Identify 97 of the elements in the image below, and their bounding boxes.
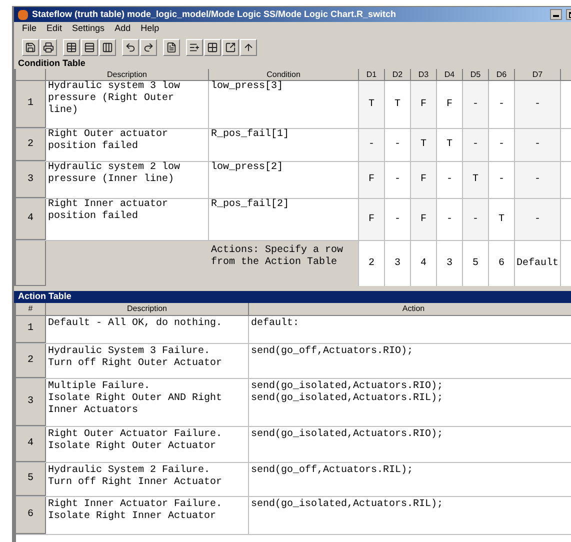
- row-number[interactable]: 3: [16, 162, 46, 198]
- rows-icon: [84, 42, 95, 52]
- grid-icon: [207, 42, 218, 52]
- row-number[interactable]: 1: [16, 316, 46, 343]
- columns-icon: [102, 42, 113, 52]
- table-cell: 6: [489, 241, 515, 286]
- printer-icon: [43, 42, 54, 52]
- table-cell: F: [359, 162, 385, 198]
- menu-item[interactable]: Add: [114, 22, 131, 36]
- column-header[interactable]: D2: [385, 69, 411, 80]
- action-code: send(go_isolated,Actuators.RIL);: [251, 499, 444, 511]
- table-icon: [66, 42, 77, 52]
- toolbar-button[interactable]: [40, 38, 57, 56]
- table-cell: Hydraulic System 3 Failure. Turn off Right Outer Actuator: [46, 344, 249, 378]
- save-icon: [25, 42, 36, 52]
- table-cell: F: [359, 199, 385, 240]
- table-cell: F: [411, 81, 437, 128]
- row-number[interactable]: 6: [16, 497, 46, 534]
- toolbar-button[interactable]: [81, 38, 98, 56]
- table-cell: Right Outer Actuator Failure. Isolate Right Outer Actuator: [46, 427, 249, 462]
- toolbar-button[interactable]: [204, 38, 221, 56]
- app-icon: [18, 10, 28, 20]
- row-number[interactable]: 2: [16, 129, 46, 161]
- column-header[interactable]: #: [16, 303, 46, 315]
- action-code: send(go_isolated,Actuators.RIO);: [251, 429, 444, 441]
- table-cell: 2: [359, 241, 385, 286]
- toolbar-button[interactable]: [163, 38, 180, 56]
- toolbar-button[interactable]: [222, 38, 239, 56]
- row-number[interactable]: 4: [16, 427, 46, 462]
- table-cell: Hydraulic system 3 low pressure (Right Outer line): [46, 81, 209, 128]
- column-header[interactable]: D4: [437, 69, 463, 80]
- toolbar-button[interactable]: [63, 38, 80, 56]
- table-cell: -: [515, 129, 561, 161]
- menu-item[interactable]: File: [22, 22, 37, 36]
- action-code: send(go_isolated,Actuators.RIL);: [251, 393, 444, 405]
- toolbar-button[interactable]: [22, 38, 39, 56]
- toolbar-button[interactable]: [186, 38, 203, 56]
- table-cell: -: [463, 199, 489, 240]
- window-title: Stateflow (truth table) mode_logic_model/Mode Logic SS/Mode Logic Chart.R_switch: [32, 8, 396, 21]
- table-cell: F: [411, 162, 437, 198]
- table-cell: -: [515, 199, 561, 240]
- row-number[interactable]: 4: [16, 199, 46, 240]
- table-cell: Multiple Failure. Isolate Right Outer AND Right Inner Actuators: [46, 379, 249, 426]
- list-add-icon: [189, 42, 200, 52]
- table-cell: 5: [463, 241, 489, 286]
- table-cell: T: [411, 129, 437, 161]
- table-cell: Default - All OK, do nothing.: [46, 316, 249, 343]
- table-cell: Hydraulic system 2 low pressure (Inner line): [46, 162, 209, 198]
- column-header[interactable]: Description: [46, 69, 209, 80]
- section-title: Condition Table: [18, 56, 86, 70]
- row-number[interactable]: 1: [16, 81, 46, 128]
- table-cell: 3: [385, 241, 411, 286]
- table-cell: Right Outer actuator position failed: [46, 129, 209, 161]
- table-cell: Hydraulic System 2 Failure. Turn off Right Inner Actuator: [46, 463, 249, 496]
- action-code: send(go_off,Actuators.RIO);: [251, 346, 414, 358]
- column-header[interactable]: D5: [463, 69, 489, 80]
- table-cell: 4: [411, 241, 437, 286]
- toolbar-button[interactable]: [240, 38, 257, 56]
- action-code: default:: [251, 318, 300, 330]
- menu-item[interactable]: Edit: [46, 22, 62, 36]
- action-code: send(go_isolated,Actuators.RIO);: [251, 381, 444, 392]
- document-icon: [166, 42, 177, 52]
- table-cell: -: [359, 129, 385, 161]
- table-cell: F: [411, 199, 437, 240]
- row-number[interactable]: 5: [16, 463, 46, 496]
- table-cell: -: [515, 81, 561, 128]
- section-title: Action Table: [18, 290, 72, 304]
- table-cell: Right Inner actuator position failed: [46, 199, 209, 240]
- toolbar-button[interactable]: [140, 38, 157, 56]
- column-header[interactable]: D1: [359, 69, 385, 80]
- table-cell: T: [359, 81, 385, 128]
- menu-item[interactable]: Settings: [72, 22, 105, 36]
- table-cell: -: [515, 162, 561, 198]
- table-cell: -: [463, 129, 489, 161]
- menu-item[interactable]: Help: [140, 22, 160, 36]
- column-header[interactable]: D6: [489, 69, 515, 80]
- table-cell: Right Inner Actuator Failure. Isolate Right Inner Actuator: [46, 497, 249, 534]
- column-header[interactable]: D3: [411, 69, 437, 80]
- table-cell: Actions: Specify a row from the Action Table: [209, 241, 359, 286]
- toolbar-button[interactable]: [99, 38, 116, 56]
- column-header[interactable]: Action: [249, 303, 571, 315]
- action-code: send(go_off,Actuators.RIL);: [251, 465, 414, 477]
- table-cell: T: [463, 162, 489, 198]
- undo-icon: [125, 42, 136, 52]
- column-header[interactable]: Condition: [209, 69, 359, 80]
- table-cell: -: [463, 81, 489, 128]
- table-cell: 3: [437, 241, 463, 286]
- table-cell: Default: [515, 241, 561, 286]
- row-number[interactable]: 3: [16, 379, 46, 426]
- up-arrow-icon: [243, 42, 254, 52]
- redo-icon: [143, 42, 154, 52]
- column-header[interactable]: Description: [46, 303, 249, 315]
- row-number[interactable]: 2: [16, 344, 46, 378]
- column-header[interactable]: D7: [515, 69, 561, 80]
- minimize-icon[interactable]: [550, 9, 562, 20]
- external-link-icon: [225, 42, 236, 52]
- toolbar-button[interactable]: [122, 38, 139, 56]
